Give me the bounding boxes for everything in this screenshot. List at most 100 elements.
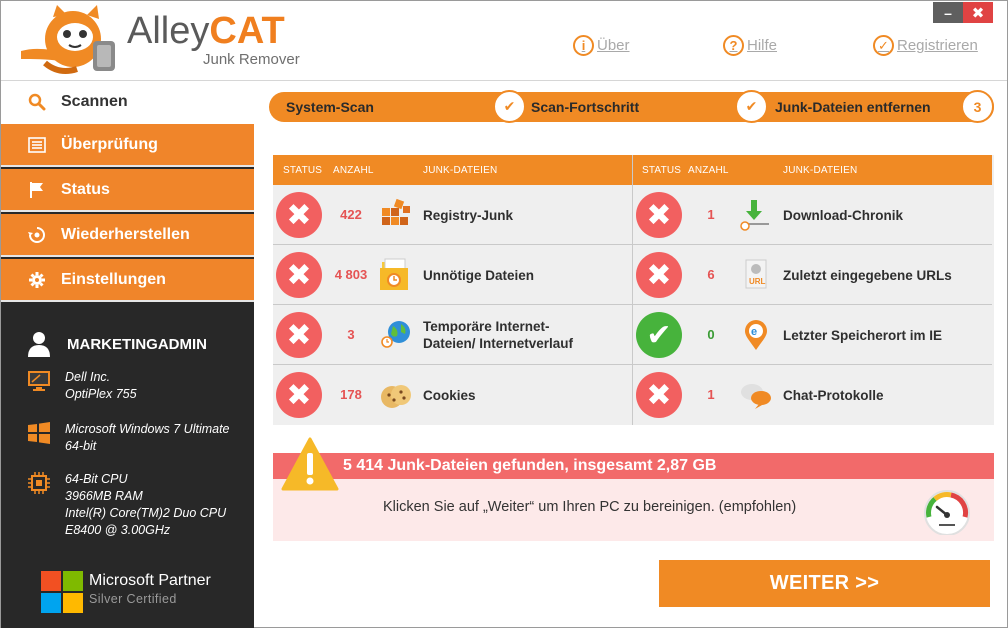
header: AlleyCAT Junk Remover i Über ? Hilfe ✓ R… <box>1 1 1007 81</box>
item-label: Cookies <box>423 388 476 403</box>
folder-clock-icon <box>380 258 408 290</box>
item-label: Registry-Junk <box>423 208 514 223</box>
item-count: 422 <box>340 207 362 222</box>
step-system-scan: System-Scan <box>286 99 374 115</box>
results-left: STATUS ANZAHL JUNK-DATEIEN ✖ 422 Registr… <box>273 155 632 425</box>
app-subtitle: Junk Remover <box>203 51 300 68</box>
table-header: STATUS ANZAHL JUNK-DATEIEN <box>273 155 632 185</box>
header-files: JUNK-DATEIEN <box>783 165 858 176</box>
register-label: Registrieren <box>897 37 978 54</box>
url-icon: URL <box>745 259 767 289</box>
step-number-badge: 3 <box>961 90 994 123</box>
item-count: 1 <box>707 207 715 222</box>
url-icon-text: URL <box>749 277 766 286</box>
status-fail-icon: ✖ <box>636 372 682 418</box>
table-header: STATUS ANZAHL JUNK-DATEIEN <box>633 155 992 185</box>
cpu-bits: 64-Bit CPU <box>65 472 128 486</box>
item-label: Chat-Protokolle <box>783 388 884 403</box>
search-icon <box>27 92 47 112</box>
header-status: STATUS <box>283 165 323 176</box>
item-count: 178 <box>340 387 362 402</box>
about-label: Über <box>597 37 630 54</box>
registry-icon <box>382 198 410 225</box>
table-row[interactable]: ✔ 0 e Letzter Speicherort im IE <box>633 305 992 365</box>
item-label-line1: Temporäre Internet- <box>423 319 550 334</box>
register-link[interactable]: ✓ Registrieren <box>873 35 978 56</box>
table-row[interactable]: ✖ 3 Temporäre Internet- Dateien/ Interne… <box>273 305 632 365</box>
username: MARKETINGADMIN <box>67 335 207 353</box>
item-label: Letzter Speicherort im IE <box>783 328 943 343</box>
table-row[interactable]: ✖ 1 Download-Chronik <box>633 185 992 245</box>
sidebar-item-status[interactable]: Status <box>1 169 254 212</box>
table-row[interactable]: ✖ 422 Registry-Junk <box>273 185 632 245</box>
step-check-icon: ✔ <box>493 90 526 123</box>
item-label: Unnötige Dateien <box>423 268 535 283</box>
sidebar-item-restore[interactable]: Wiederherstellen <box>1 214 254 257</box>
sidebar-item-settings[interactable]: Einstellungen <box>1 259 254 302</box>
chat-icon <box>741 384 771 409</box>
sidebar-item-label: Status <box>61 180 110 198</box>
help-label: Hilfe <box>747 37 778 54</box>
item-count: 0 <box>707 327 715 342</box>
minimize-button[interactable]: – <box>933 2 963 23</box>
table-row[interactable]: ✖ 178 Cookies <box>273 365 632 425</box>
list-icon <box>27 135 47 155</box>
header-status: STATUS <box>642 165 682 176</box>
table-row[interactable]: ✖ 4 803 Unnötige Dateien <box>273 245 632 305</box>
sidebar-item-label: Scannen <box>61 93 128 110</box>
user-icon <box>28 332 50 357</box>
brand-alley: Alley <box>127 10 210 52</box>
status-ok-icon: ✔ <box>636 312 682 358</box>
close-button[interactable]: ✖ <box>963 2 993 23</box>
os-arch: 64-bit <box>65 439 97 453</box>
microsoft-partner-badge: Microsoft Partner Silver Certified <box>41 571 211 613</box>
sidebar-item-review[interactable]: Überprüfung <box>1 124 254 167</box>
item-label: Zuletzt eingegebene URLs <box>783 268 952 283</box>
microsoft-logo-icon <box>41 571 83 613</box>
pc-model: OptiPlex 755 <box>65 387 137 401</box>
status-fail-icon: ✖ <box>276 312 322 358</box>
windows-icon <box>28 422 50 444</box>
item-label-line2: Dateien/ Internetverlauf <box>423 336 574 351</box>
svg-text:e: e <box>751 326 757 338</box>
brand-cat: CAT <box>209 10 285 52</box>
help-link[interactable]: ? Hilfe <box>723 35 777 56</box>
download-icon <box>740 200 769 231</box>
status-fail-icon: ✖ <box>636 192 682 238</box>
status-fail-icon: ✖ <box>276 372 322 418</box>
gear-icon <box>27 270 47 290</box>
os-info: Microsoft Windows 7 Ultimate 64-bit <box>27 421 230 455</box>
about-link[interactable]: i Über <box>573 35 630 56</box>
status-fail-icon: ✖ <box>276 192 322 238</box>
item-count: 1 <box>707 387 715 402</box>
table-row[interactable]: ✖ 1 Chat-Protokolle <box>633 365 992 425</box>
cookie-icon <box>381 385 411 408</box>
partner-subtitle: Silver Certified <box>89 592 177 606</box>
check-circle-icon: ✓ <box>873 35 894 56</box>
status-fail-icon: ✖ <box>276 252 322 298</box>
cpu-chip-icon <box>28 472 50 494</box>
cpu-info: 64-Bit CPU 3966MB RAM Intel(R) Core(TM)2… <box>27 471 226 539</box>
summary-panel: 5 414 Junk-Dateien gefunden, insgesamt 2… <box>273 453 994 541</box>
ie-location-icon: e <box>745 320 767 350</box>
cpu-speed: E8400 @ 3.00GHz <box>65 523 171 537</box>
status-fail-icon: ✖ <box>636 252 682 298</box>
step-scan-progress: Scan-Fortschritt <box>531 99 640 115</box>
header-count: ANZAHL <box>688 165 729 176</box>
step-check-icon: ✔ <box>735 90 768 123</box>
app-logo: AlleyCAT Junk Remover <box>127 10 300 68</box>
next-button[interactable]: WEITER >> <box>659 560 990 607</box>
info-icon: i <box>573 35 594 56</box>
summary-bar: 5 414 Junk-Dateien gefunden, insgesamt 2… <box>273 453 994 479</box>
header-count: ANZAHL <box>333 165 374 176</box>
item-label: Download-Chronik <box>783 208 903 223</box>
speedometer-icon <box>924 490 970 535</box>
user-info: MARKETINGADMIN <box>27 331 207 357</box>
sidebar-item-label: Einstellungen <box>61 270 166 288</box>
pc-vendor: Dell Inc. <box>65 370 111 384</box>
os-name: Microsoft Windows 7 Ultimate <box>65 422 230 436</box>
table-row[interactable]: ✖ 6 URL Zuletzt eingegebene URLs <box>633 245 992 305</box>
sidebar-item-scan[interactable]: Scannen <box>1 81 254 123</box>
results-table: STATUS ANZAHL JUNK-DATEIEN ✖ 422 Registr… <box>273 155 994 425</box>
item-label: Temporäre Internet- Dateien/ Internetver… <box>423 318 573 352</box>
